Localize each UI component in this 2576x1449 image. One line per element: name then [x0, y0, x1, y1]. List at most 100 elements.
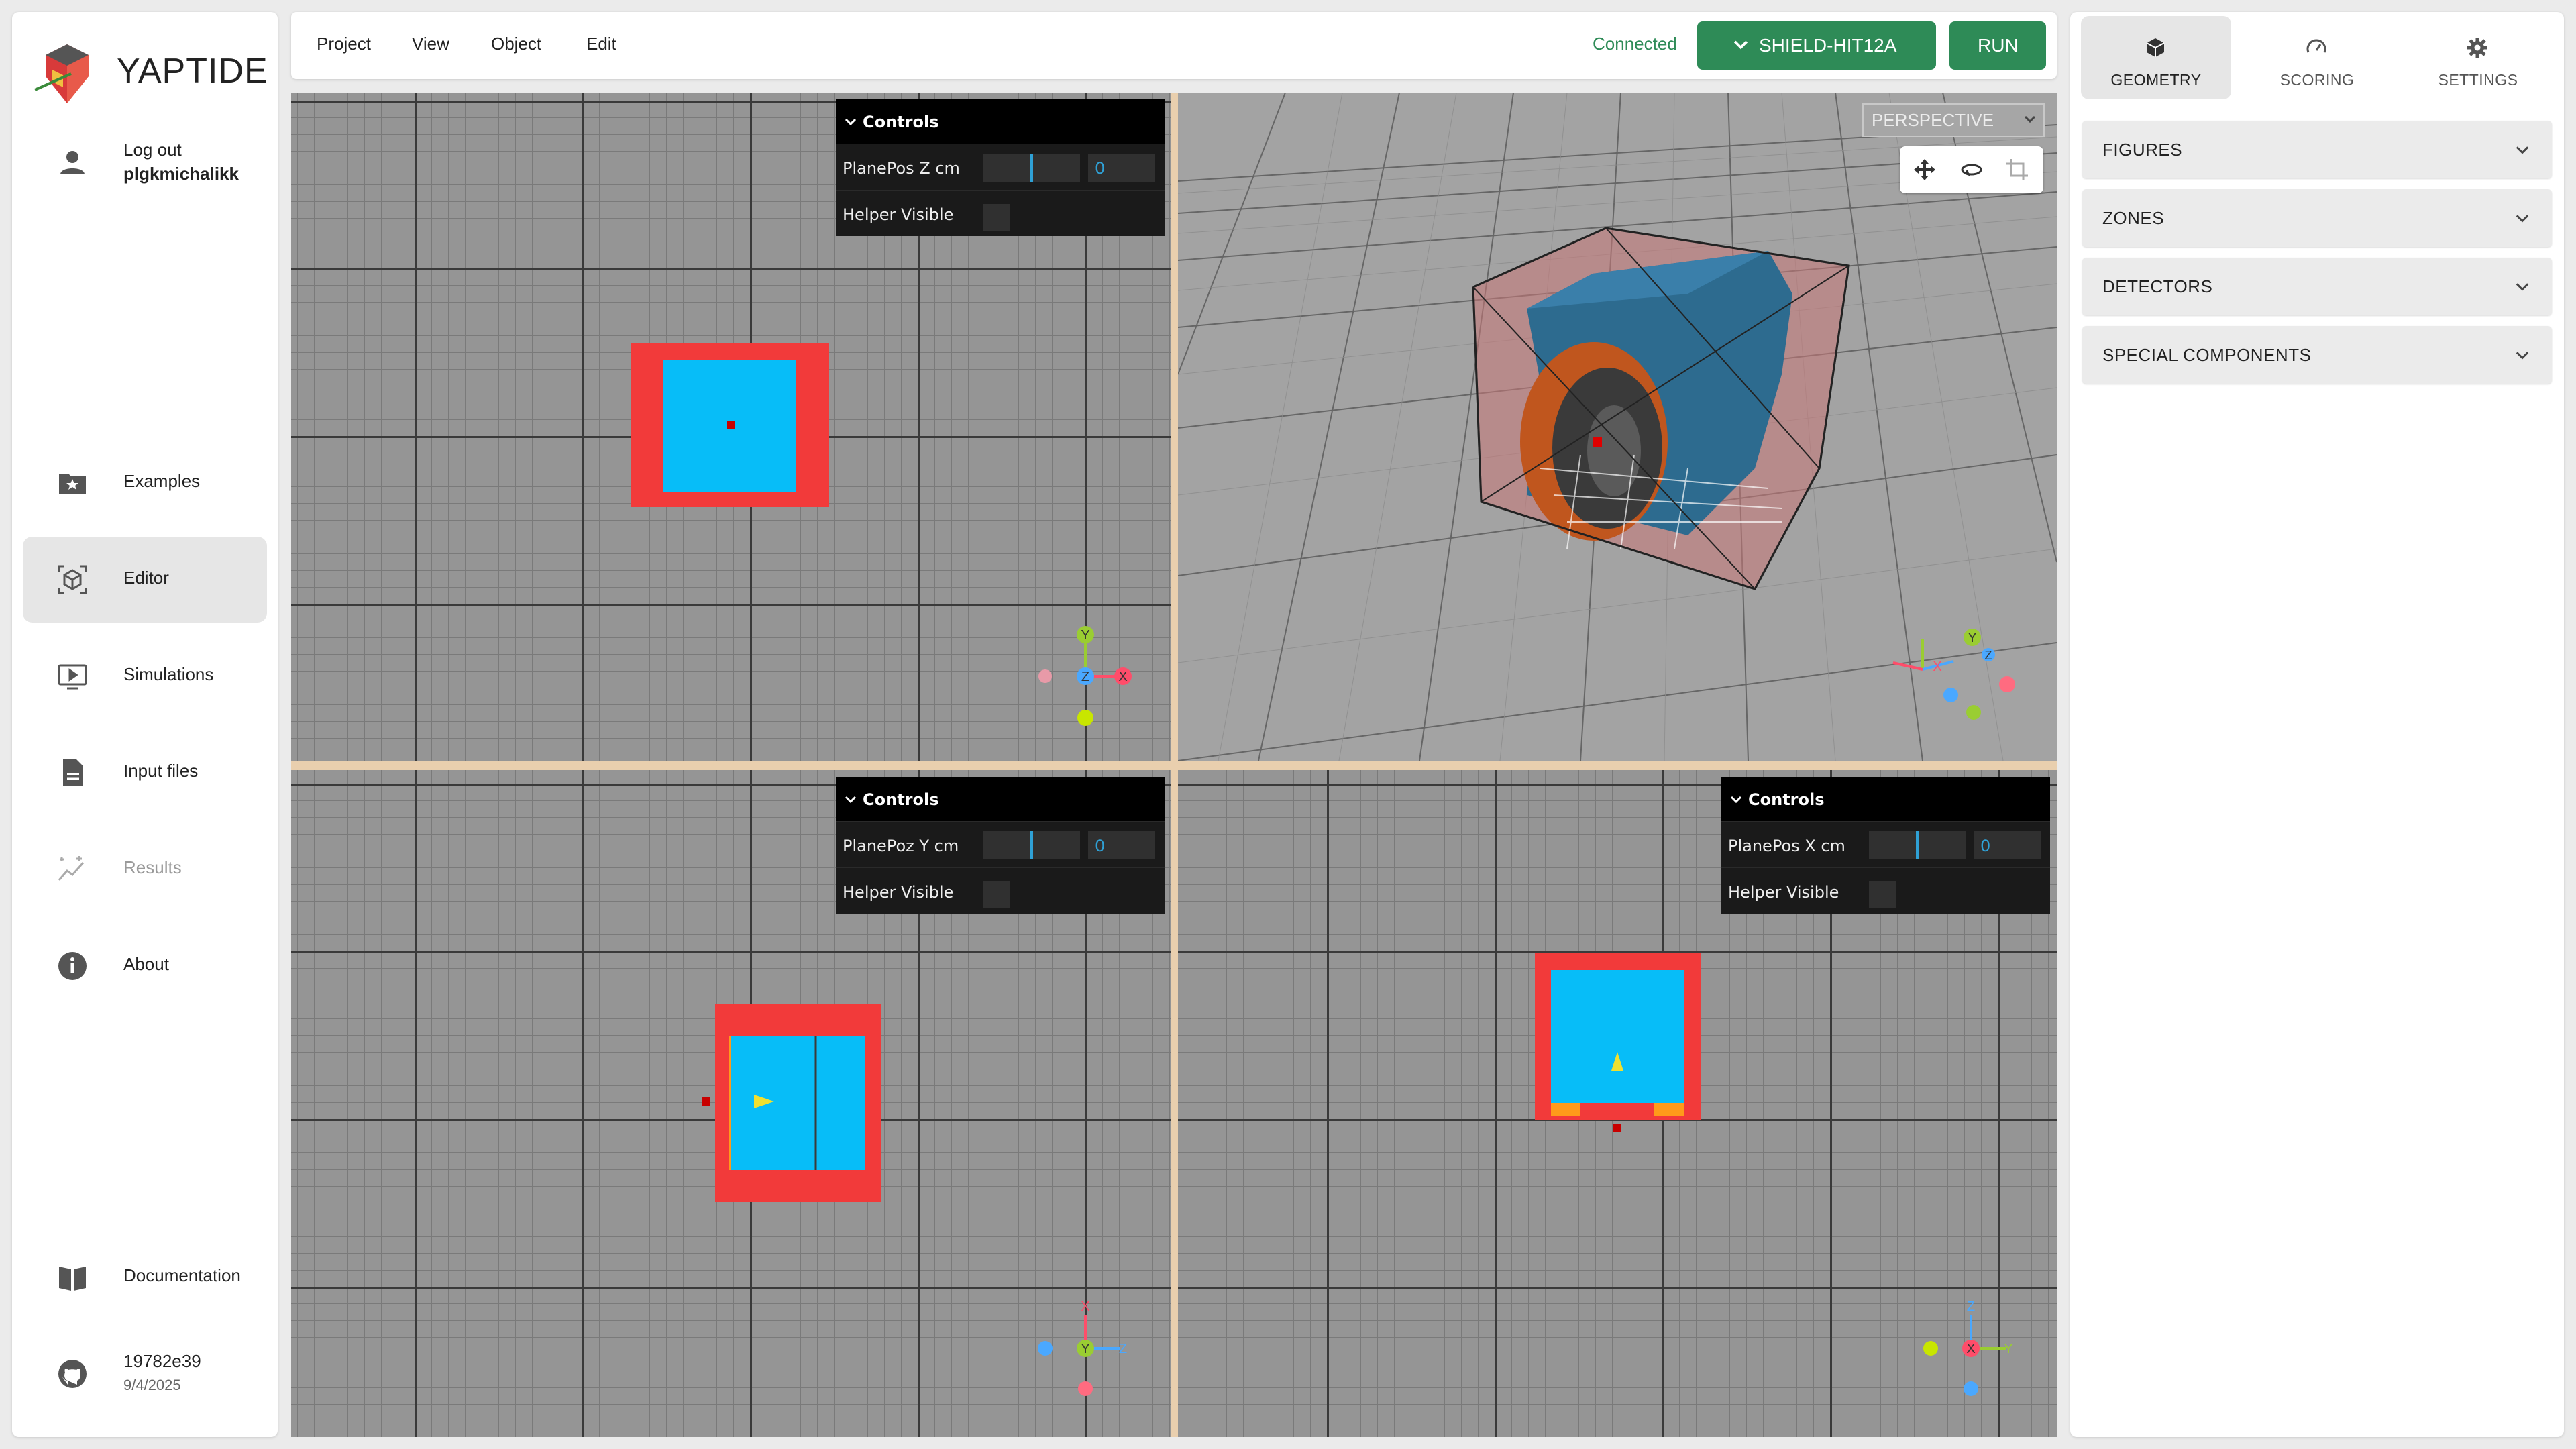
- book-icon: [59, 1267, 86, 1291]
- camera-mode-select[interactable]: PERSPECTIVE: [1862, 103, 2045, 137]
- properties-panel: GEOMETRY SCORING SETTINGS FIGURES ZONES …: [2070, 12, 2564, 1437]
- rotate-icon[interactable]: [1959, 157, 1984, 182]
- helper-visible-label: Helper Visible: [843, 205, 954, 224]
- simulator-select-button[interactable]: SHIELD-HIT12A: [1697, 21, 1936, 70]
- axis-z-label: Z: [1081, 669, 1089, 684]
- helper-visible-checkbox[interactable]: [983, 881, 1010, 908]
- axis-y-label: Y: [1968, 631, 1976, 645]
- nav-item-about[interactable]: About: [23, 923, 267, 1009]
- axis-y-label: Y: [1081, 628, 1089, 643]
- chevron-down-icon: [845, 118, 857, 126]
- cube-scan-icon: [58, 565, 87, 594]
- axis-z-label: Z: [1985, 649, 1992, 662]
- viewport-bottom-x-plane[interactable]: Controls PlanePos X cm 0 Helper Visible …: [1178, 770, 2057, 1437]
- nav-item-documentation[interactable]: Documentation: [23, 1234, 267, 1320]
- document-icon: [63, 759, 83, 786]
- tab-label: SETTINGS: [2438, 71, 2518, 89]
- plane-pos-input[interactable]: 0: [1088, 154, 1155, 182]
- run-label: RUN: [1978, 35, 2019, 56]
- camera-mode-value: PERSPECTIVE: [1872, 110, 1994, 130]
- nav-label: Input files: [123, 761, 199, 781]
- app-name: YAPTIDE: [117, 52, 268, 91]
- crop-scale-icon[interactable]: [2004, 157, 2030, 182]
- github-icon: [58, 1360, 87, 1388]
- plane-pos-label: PlanePoz Y cm: [843, 837, 959, 855]
- plane-pos-label: PlanePos X cm: [1728, 837, 1845, 855]
- plane-pos-input[interactable]: 0: [1974, 831, 2041, 859]
- nav-item-editor[interactable]: Editor: [23, 537, 267, 623]
- controls-title: Controls: [1748, 790, 1825, 809]
- logout-label: Log out: [123, 140, 182, 160]
- gear-icon: [2467, 38, 2487, 58]
- helper-visible-label: Helper Visible: [1728, 883, 1839, 902]
- app-logo[interactable]: YAPTIDE: [32, 27, 268, 107]
- axis-y-label: Y: [2004, 1342, 2012, 1356]
- chevron-down-icon: [2516, 352, 2529, 360]
- section-figures[interactable]: FIGURES: [2082, 121, 2552, 178]
- menu-edit[interactable]: Edit: [586, 34, 616, 54]
- person-icon: [60, 151, 85, 174]
- section-title: ZONES: [2102, 208, 2165, 228]
- chart-sparkle-icon: [58, 856, 85, 881]
- nav-label: Simulations: [123, 664, 214, 684]
- plane-pos-slider[interactable]: [983, 831, 1080, 859]
- menu-view[interactable]: View: [412, 34, 449, 54]
- menu-project[interactable]: Project: [317, 34, 371, 54]
- nav-item-simulations[interactable]: Simulations: [23, 633, 267, 719]
- viewport-bottom-y-plane[interactable]: Controls PlanePoz Y cm 0 Helper Visible …: [291, 770, 1171, 1437]
- username: plgkmichalikk: [123, 164, 239, 184]
- plane-pos-input[interactable]: 0: [1088, 831, 1155, 859]
- controls-header[interactable]: Controls: [1721, 777, 2050, 821]
- axis-z-label: Z: [1967, 1299, 1975, 1314]
- plane-pos-slider[interactable]: [983, 154, 1080, 182]
- axis-gizmo[interactable]: Y X Z: [1032, 621, 1146, 735]
- section-special-components[interactable]: SPECIAL COMPONENTS: [2082, 326, 2552, 384]
- nav-item-input-files[interactable]: Input files: [23, 730, 267, 816]
- nav-item-results: Results: [23, 826, 267, 912]
- move-icon[interactable]: [1912, 157, 1937, 182]
- top-bar: Project View Object Edit Connected SHIEL…: [291, 12, 2057, 79]
- axis-x-label: X: [1081, 1299, 1089, 1314]
- menu-object[interactable]: Object: [491, 34, 541, 54]
- nav-item-examples[interactable]: Examples: [23, 440, 267, 526]
- folder-star-icon: [59, 474, 86, 494]
- run-button[interactable]: RUN: [1949, 21, 2046, 70]
- viewport-top-z-plane[interactable]: Controls PlanePos Z cm 0 Helper Visible …: [291, 93, 1171, 761]
- axis-z-label: Z: [1119, 1342, 1127, 1356]
- axis-y-label: Y: [1081, 1342, 1089, 1356]
- plane-pos-label: PlanePos Z cm: [843, 159, 960, 178]
- axis-x-label: X: [1966, 1342, 1975, 1356]
- axis-gizmo[interactable]: X Z Y: [1032, 1292, 1146, 1406]
- controls-panel-x: Controls PlanePos X cm 0 Helper Visible: [1721, 777, 2050, 914]
- version-item[interactable]: 19782e39 9/4/2025: [23, 1331, 267, 1417]
- nav-label: Editor: [123, 568, 169, 588]
- chevron-down-icon: [2516, 146, 2529, 154]
- viewport-divider-horizontal[interactable]: [291, 761, 2057, 770]
- controls-header[interactable]: Controls: [836, 777, 1165, 821]
- helper-visible-checkbox[interactable]: [983, 204, 1010, 231]
- axis-gizmo[interactable]: Z Y X: [1917, 1292, 2031, 1406]
- section-detectors[interactable]: DETECTORS: [2082, 258, 2552, 315]
- sidebar: YAPTIDE Log out plgkmichalikk Examples E…: [12, 12, 278, 1437]
- axis-x-label: X: [1118, 669, 1127, 684]
- chevron-down-icon: [2516, 215, 2529, 223]
- chevron-down-icon: [1730, 796, 1742, 804]
- tab-label: GEOMETRY: [2110, 71, 2202, 89]
- section-zones[interactable]: ZONES: [2082, 189, 2552, 247]
- chevron-down-icon: [1733, 40, 1748, 50]
- version-hash: 19782e39: [123, 1351, 201, 1371]
- nav-label: Results: [123, 857, 182, 877]
- version-date: 9/4/2025: [123, 1377, 181, 1393]
- controls-panel-y: Controls PlanePoz Y cm 0 Helper Visible: [836, 777, 1165, 914]
- controls-header[interactable]: Controls: [836, 99, 1165, 144]
- controls-title: Controls: [863, 790, 939, 809]
- tab-settings[interactable]: SETTINGS: [2403, 16, 2553, 99]
- yaptide-logo-icon: [34, 44, 89, 103]
- logout-item[interactable]: Log out plgkmichalikk: [23, 119, 267, 205]
- plane-pos-slider[interactable]: [1869, 831, 1966, 859]
- simulator-label: SHIELD-HIT12A: [1759, 35, 1897, 56]
- helper-visible-checkbox[interactable]: [1869, 881, 1896, 908]
- tab-geometry[interactable]: GEOMETRY: [2081, 16, 2231, 99]
- tab-scoring[interactable]: SCORING: [2242, 16, 2392, 99]
- nav-label: Documentation: [123, 1265, 241, 1285]
